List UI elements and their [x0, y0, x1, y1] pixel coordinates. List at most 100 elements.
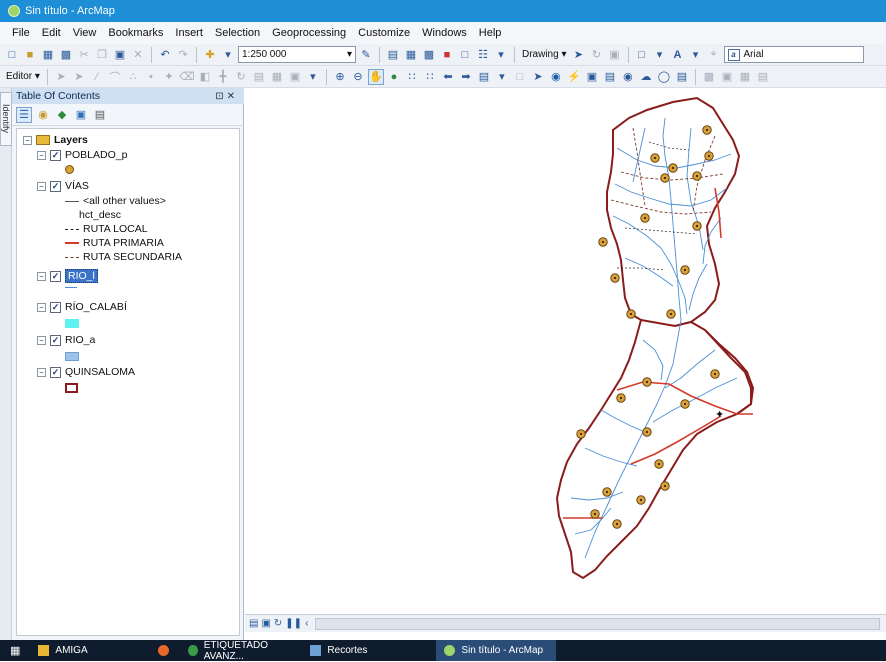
sketch-properties-icon[interactable]: ▦: [269, 69, 285, 85]
new-text-icon[interactable]: A: [670, 47, 686, 63]
delete-icon[interactable]: ✕: [130, 47, 146, 63]
python-window-icon[interactable]: □: [457, 47, 473, 63]
full-extent-icon[interactable]: ●: [386, 69, 402, 85]
menu-selection[interactable]: Selection: [209, 27, 266, 39]
layer-name[interactable]: POBLADO_p: [65, 149, 127, 161]
taskbar-item-arcmap[interactable]: Sin título - ArcMap: [436, 640, 557, 661]
toc-layer-rio-l[interactable]: − ✓ RIO_l: [37, 269, 98, 283]
edit-tool-icon[interactable]: ➤: [53, 69, 69, 85]
time-slider-icon[interactable]: ▤: [674, 69, 690, 85]
list-by-source-icon[interactable]: ◉: [35, 107, 51, 123]
collapse-icon[interactable]: −: [37, 150, 46, 160]
undo-icon[interactable]: ↶: [157, 47, 173, 63]
layout-view-button[interactable]: ▣: [261, 618, 270, 629]
select-dropdown-icon[interactable]: ▾: [494, 69, 510, 85]
back-extent-icon[interactable]: ⬅: [440, 69, 456, 85]
task-view-button[interactable]: ▦: [0, 640, 30, 661]
layer-name[interactable]: VÍAS: [65, 180, 89, 192]
chevron-down-icon[interactable]: ▾: [347, 49, 352, 60]
attributes-icon[interactable]: ▤: [251, 69, 267, 85]
rectangle-dropdown-icon[interactable]: ▾: [652, 47, 668, 63]
select-features-icon[interactable]: ▤: [476, 69, 492, 85]
layer-visibility-checkbox[interactable]: ✓: [50, 149, 61, 161]
cut-polygons-icon[interactable]: ◧: [197, 69, 213, 85]
identify-tab[interactable]: Identify: [0, 92, 12, 146]
cut-icon[interactable]: ✂: [76, 47, 92, 63]
select-elements-tool-icon[interactable]: ➤: [530, 69, 546, 85]
copy-icon[interactable]: ❐: [94, 47, 110, 63]
rotate-tool-icon[interactable]: ↻: [233, 69, 249, 85]
select-elements-icon[interactable]: ➤: [571, 47, 587, 63]
taskbar-item-recortes[interactable]: Recortes: [302, 640, 436, 661]
menu-windows[interactable]: Windows: [416, 27, 473, 39]
rotate-icon[interactable]: ↻: [589, 47, 605, 63]
add-data-dropdown-icon[interactable]: ▾: [220, 47, 236, 63]
label-manager-icon[interactable]: ▩: [701, 69, 717, 85]
measure-icon[interactable]: ▤: [602, 69, 618, 85]
fixed-zoom-out-icon[interactable]: ∷: [422, 69, 438, 85]
taskbar-item-firefox[interactable]: [150, 640, 180, 661]
redo-icon[interactable]: ↷: [175, 47, 191, 63]
arctoolbox-icon[interactable]: ■: [439, 47, 455, 63]
refresh-icon[interactable]: ↻: [274, 618, 282, 629]
horizontal-scrollbar[interactable]: [315, 617, 880, 630]
edit-vertices-tool-icon[interactable]: ✦: [161, 69, 177, 85]
layer-name-selected[interactable]: RIO_l: [65, 269, 98, 283]
zoom-out-icon[interactable]: ⊖: [350, 69, 366, 85]
toc-layer-quinsaloma[interactable]: − ✓ QUINSALOMA: [37, 366, 135, 378]
data-view-button[interactable]: ▤: [249, 618, 258, 629]
toc-root-layers[interactable]: − Layers: [23, 134, 88, 146]
toc-options-icon[interactable]: ▤: [92, 107, 108, 123]
layer-visibility-checkbox[interactable]: ✓: [50, 334, 61, 346]
arc-segment-icon[interactable]: ⌒: [107, 69, 123, 85]
menu-edit[interactable]: Edit: [36, 27, 67, 39]
toc-pin-close-icons[interactable]: ⊡✕: [215, 91, 238, 102]
collapse-icon[interactable]: −: [37, 271, 46, 281]
new-document-icon[interactable]: □: [4, 47, 20, 63]
layer-visibility-checkbox[interactable]: ✓: [50, 270, 61, 282]
forward-extent-icon[interactable]: ➡: [458, 69, 474, 85]
menu-geoprocessing[interactable]: Geoprocessing: [266, 27, 352, 39]
catalog-icon[interactable]: ▦: [403, 47, 419, 63]
zoom-in-icon[interactable]: ⊕: [332, 69, 348, 85]
save-icon[interactable]: ▦: [40, 47, 56, 63]
scroll-left-icon[interactable]: ‹: [305, 618, 308, 629]
layer-visibility-checkbox[interactable]: ✓: [50, 366, 61, 378]
find-icon[interactable]: ◉: [620, 69, 636, 85]
fixed-zoom-in-icon[interactable]: ∷: [404, 69, 420, 85]
find-route-icon[interactable]: ☁: [638, 69, 654, 85]
toc-layer-poblado[interactable]: − ✓ POBLADO_p: [37, 149, 127, 161]
toolbar-options-icon[interactable]: ▾: [305, 69, 321, 85]
editor-toolbar-icon[interactable]: ✎: [358, 47, 374, 63]
layer-visibility-checkbox[interactable]: ✓: [50, 301, 61, 313]
edit-vertices-icon[interactable]: ⌖: [706, 47, 722, 63]
list-by-selection-icon[interactable]: ▣: [73, 107, 89, 123]
edit-annotation-icon[interactable]: ➤: [71, 69, 87, 85]
print-icon[interactable]: ▩: [58, 47, 74, 63]
drawing-menu[interactable]: Drawing ▾: [520, 49, 569, 60]
font-combo[interactable]: a Arial: [723, 46, 864, 63]
list-by-drawing-order-icon[interactable]: ☰: [16, 106, 32, 123]
clear-selection-icon[interactable]: □: [512, 69, 528, 85]
layer-name[interactable]: RIO_a: [65, 334, 95, 346]
straight-segment-icon[interactable]: ∕: [89, 69, 105, 85]
add-data-icon[interactable]: ✚: [202, 47, 218, 63]
layer-visibility-checkbox[interactable]: ✓: [50, 180, 61, 192]
menu-insert[interactable]: Insert: [169, 27, 209, 39]
point-icon[interactable]: •: [143, 69, 159, 85]
list-by-visibility-icon[interactable]: ◆: [54, 107, 70, 123]
layer-name[interactable]: QUINSALOMA: [65, 366, 135, 378]
collapse-icon[interactable]: −: [37, 181, 46, 191]
trace-icon[interactable]: ∴: [125, 69, 141, 85]
pan-icon[interactable]: ✋: [367, 68, 384, 85]
paste-icon[interactable]: ▣: [112, 47, 128, 63]
open-folder-icon[interactable]: ■: [22, 47, 38, 63]
rectangle-icon[interactable]: □: [634, 47, 650, 63]
zoom-to-elements-icon[interactable]: ▣: [607, 47, 623, 63]
toolbar-options-icon[interactable]: ▾: [493, 47, 509, 63]
menu-customize[interactable]: Customize: [352, 27, 416, 39]
map-scale-combo[interactable]: 1:250 000 ▾: [238, 46, 356, 63]
label-weight-icon[interactable]: ▦: [737, 69, 753, 85]
model-builder-icon[interactable]: ☷: [475, 47, 491, 63]
pause-drawing-icon[interactable]: ❚❚: [285, 618, 302, 629]
